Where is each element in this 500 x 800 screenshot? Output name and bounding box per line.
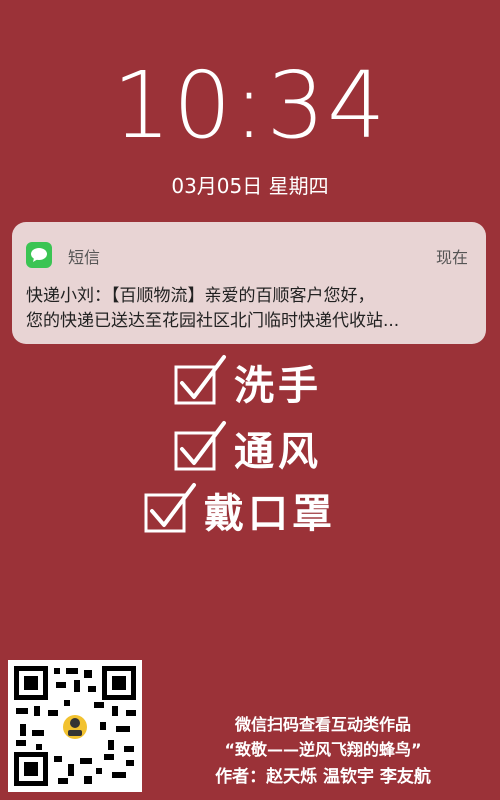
credits: 微信扫码查看互动类作品 “致敬——逆风飞翔的蜂鸟” 作者：赵天烁 温钦宇 李友航 (150, 713, 496, 791)
checklist-item-mask: 戴口罩 (140, 480, 336, 540)
messages-icon (26, 242, 52, 268)
credits-authors: 作者：赵天烁 温钦宇 李友航 (215, 767, 431, 787)
lockscreen-date: 03月05日 星期四 (171, 174, 329, 198)
checkbox-checked-icon (174, 421, 226, 471)
checklist-label: 洗手 (234, 363, 322, 409)
sms-notification[interactable]: 短信 现在 快递小刘：【百顺物流】亲爱的百顺客户您好， 您的快递已送达至花园社区… (12, 222, 486, 344)
notification-time: 现在 (435, 248, 468, 267)
checklist-item-ventilate: 通风 (170, 418, 322, 478)
notification-body: 快递小刘：【百顺物流】亲爱的百顺客户您好， 您的快递已送达至花园社区北门临时快递… (26, 284, 474, 334)
notification-line-1: 快递小刘：【百顺物流】亲爱的百顺客户您好， (26, 286, 375, 306)
lockscreen-clock: 10:34 (112, 52, 388, 159)
notification-line-2: 您的快递已送达至花园社区北门临时快递代收站... (26, 311, 400, 331)
checklist-label: 戴口罩 (204, 491, 336, 537)
credits-line-2: “致敬——逆风飞翔的蜂鸟” (224, 740, 422, 759)
checkbox-checked-icon (174, 355, 226, 405)
checklist-item-wash-hands: 洗手 (170, 352, 322, 412)
checkbox-checked-icon (144, 483, 196, 533)
notification-app-name: 短信 (68, 248, 101, 267)
checklist-label: 通风 (234, 429, 322, 475)
credits-line-1: 微信扫码查看互动类作品 (234, 715, 411, 734)
qr-code-icon[interactable] (8, 660, 142, 792)
